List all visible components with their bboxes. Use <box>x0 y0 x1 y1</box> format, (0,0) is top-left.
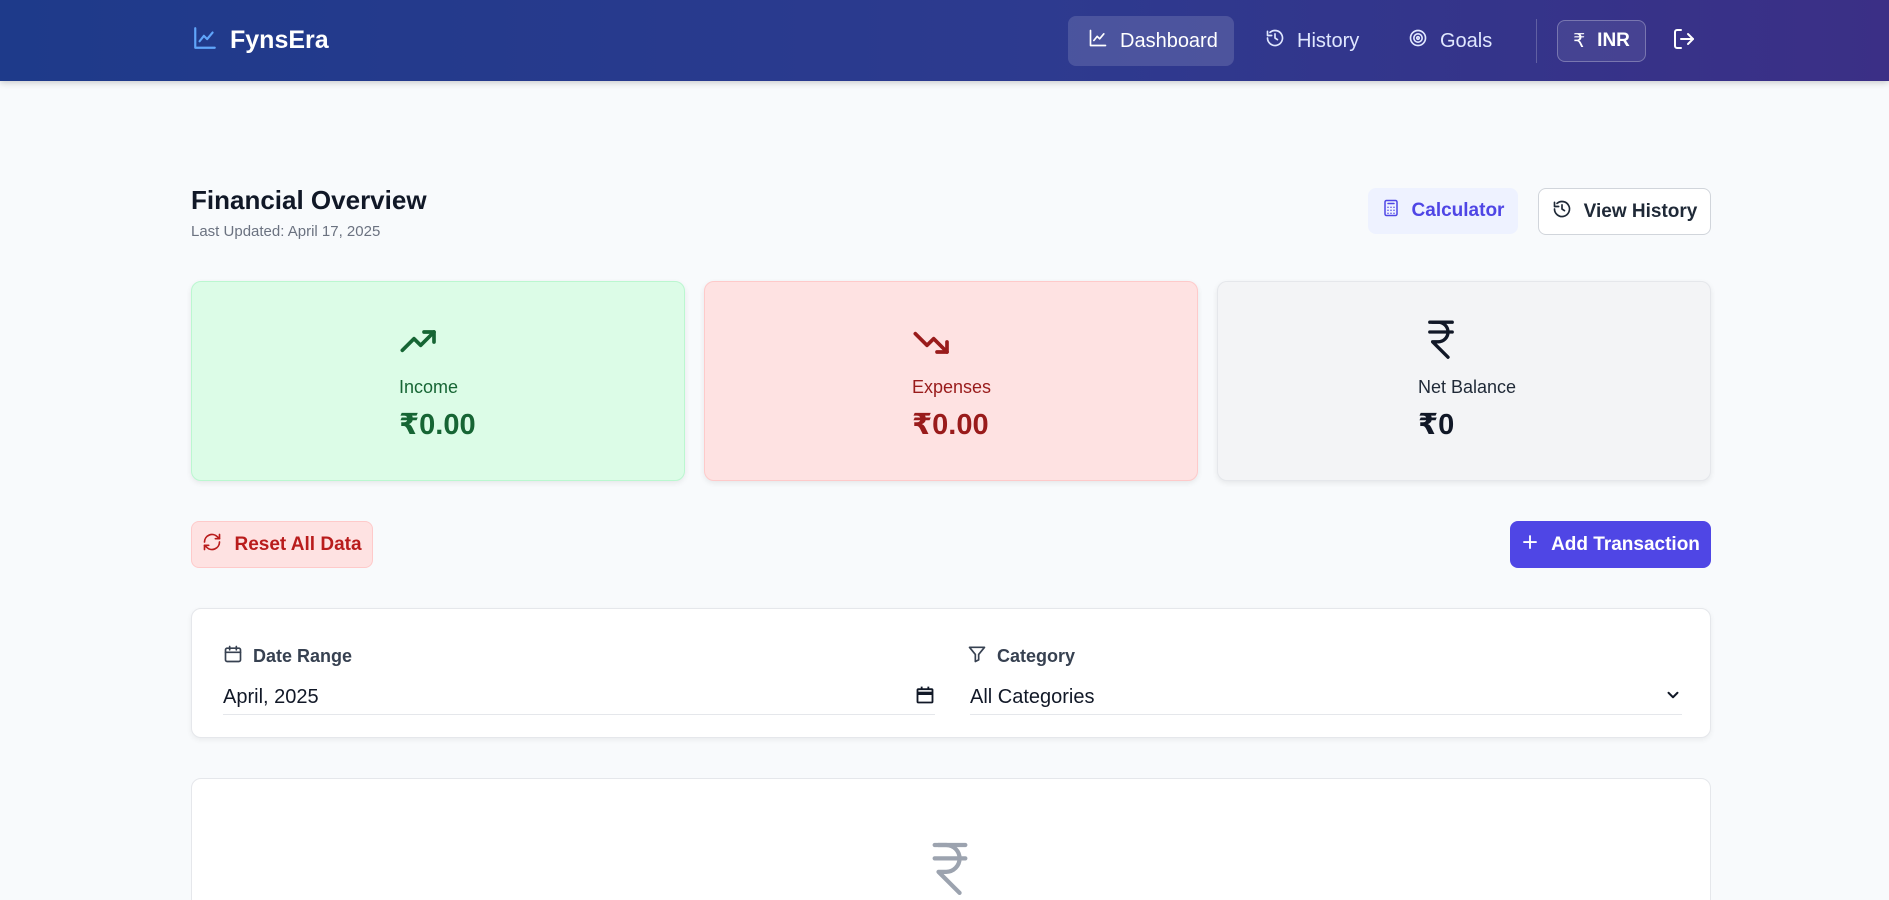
nav-label: Goals <box>1440 29 1493 52</box>
filter-panel: Date Range April, 2025 Category All Cate… <box>191 608 1711 738</box>
category-label-text: Category <box>997 646 1076 666</box>
date-range-label-text: Date Range <box>253 646 353 666</box>
nav-divider <box>1536 19 1537 63</box>
net-balance-card: Net Balance ₹0 <box>1217 281 1711 481</box>
calendar-icon <box>223 644 243 669</box>
net-balance-label: Net Balance <box>1418 377 1517 397</box>
category-value: All Categories <box>970 686 1095 708</box>
date-range-value: April, 2025 <box>223 686 319 708</box>
calculator-button[interactable]: Calculator <box>1368 188 1518 234</box>
expenses-value: ₹0.00 <box>912 409 989 441</box>
income-label: Income <box>399 377 459 397</box>
calculator-icon <box>1382 198 1400 224</box>
nav-dashboard[interactable]: Dashboard <box>1068 16 1234 66</box>
view-history-label: View History <box>1583 200 1698 222</box>
top-navbar: FynsEra Dashboard History Goals ₹ INR <box>0 0 1889 81</box>
view-history-button[interactable]: View History <box>1538 188 1711 235</box>
reset-all-data-button[interactable]: Reset All Data <box>191 521 373 568</box>
net-balance-value: ₹0 <box>1418 409 1455 441</box>
brand[interactable]: FynsEra <box>192 25 329 56</box>
income-value: ₹0.00 <box>399 409 476 441</box>
page-title: Financial Overview <box>191 185 427 215</box>
nav-history[interactable]: History <box>1245 16 1379 66</box>
trending-down-icon <box>912 322 952 367</box>
target-icon <box>1408 28 1428 54</box>
rupee-icon <box>927 839 973 900</box>
trending-up-icon <box>399 322 439 367</box>
expenses-card: Expenses ₹0.00 <box>704 281 1198 481</box>
logout-button[interactable] <box>1672 27 1700 55</box>
history-icon <box>1552 199 1572 225</box>
rupee-icon <box>1424 318 1458 365</box>
transactions-panel <box>191 778 1711 900</box>
income-card: Income ₹0.00 <box>191 281 685 481</box>
refresh-icon <box>202 532 222 558</box>
nav-label: Dashboard <box>1120 29 1218 52</box>
last-updated: Last Updated: April 17, 2025 <box>191 223 381 240</box>
line-chart-icon <box>192 25 218 56</box>
plus-icon <box>1521 533 1539 557</box>
date-range-label: Date Range <box>223 644 352 669</box>
calendar-picker-icon[interactable] <box>915 685 935 711</box>
reset-label: Reset All Data <box>234 533 362 555</box>
filter-icon <box>967 644 987 669</box>
category-select[interactable]: All Categories <box>970 681 1682 715</box>
currency-code: INR <box>1597 30 1630 51</box>
currency-selector[interactable]: ₹ INR <box>1557 20 1646 62</box>
add-transaction-button[interactable]: Add Transaction <box>1510 521 1711 568</box>
rupee-icon: ₹ <box>1573 30 1586 52</box>
chevron-down-icon <box>1664 686 1682 710</box>
add-transaction-label: Add Transaction <box>1551 533 1700 555</box>
nav-goals[interactable]: Goals <box>1388 16 1512 66</box>
history-icon <box>1265 28 1285 54</box>
category-label: Category <box>967 644 1075 669</box>
calculator-label: Calculator <box>1411 200 1505 221</box>
line-chart-icon <box>1088 28 1108 54</box>
brand-name: FynsEra <box>230 26 329 54</box>
date-range-input[interactable]: April, 2025 <box>223 681 935 715</box>
expenses-label: Expenses <box>912 377 992 397</box>
logout-icon <box>1672 29 1696 55</box>
nav-label: History <box>1297 29 1360 52</box>
